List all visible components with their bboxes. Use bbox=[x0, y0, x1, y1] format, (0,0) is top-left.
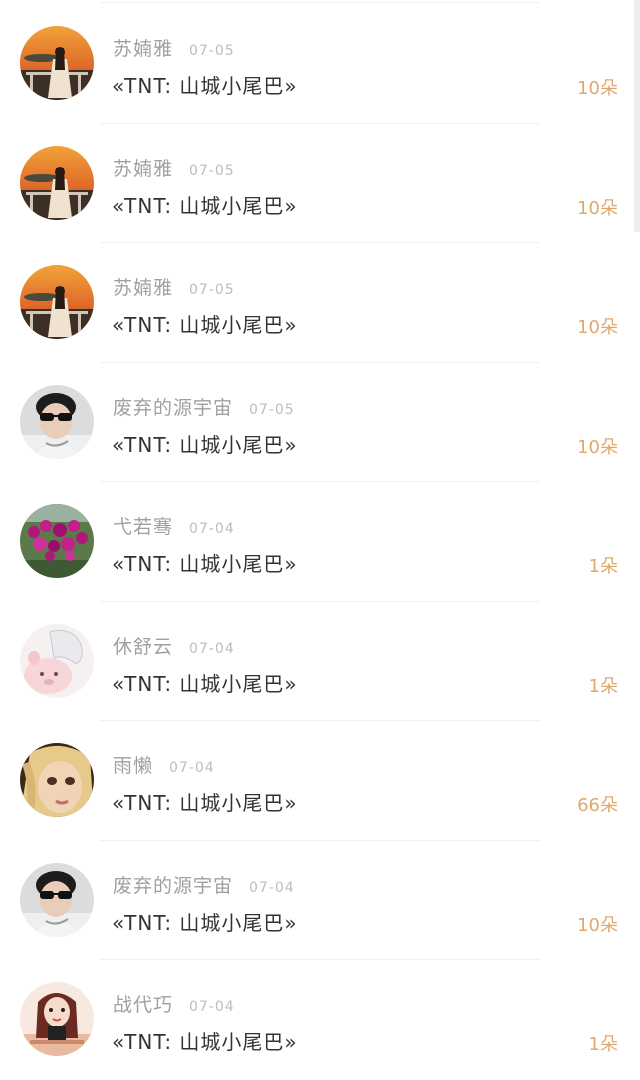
date-label: 07-05 bbox=[189, 282, 235, 298]
list-item[interactable]: 苏婻雅 07-05 «TNT: 山城小尾巴» 10朵 bbox=[0, 243, 640, 363]
list-item[interactable]: 苏婻雅 07-05 «TNT: 山城小尾巴» 10朵 bbox=[0, 124, 640, 243]
username[interactable]: 战代巧 bbox=[113, 994, 173, 1016]
date-label: 07-04 bbox=[249, 879, 295, 896]
username[interactable]: 苏婻雅 bbox=[113, 277, 173, 299]
flowers-avatar[interactable] bbox=[20, 504, 94, 578]
username[interactable]: 废弃的源宇宙 bbox=[113, 397, 233, 419]
sunglasses-boy-avatar[interactable] bbox=[20, 384, 94, 459]
date-label: 07-04 bbox=[169, 760, 215, 776]
gift-name: «TNT: 山城小尾巴» bbox=[112, 193, 298, 218]
date-label: 07-05 bbox=[189, 43, 235, 59]
gift-name: «TNT: 山城小尾巴» bbox=[112, 1030, 298, 1054]
blonde-doll-avatar[interactable] bbox=[20, 743, 94, 817]
date-label: 07-05 bbox=[189, 162, 235, 179]
gift-name: «TNT: 山城小尾巴» bbox=[112, 910, 298, 935]
list-item[interactable]: 雨懒 07-04 «TNT: 山城小尾巴» 66朵 bbox=[0, 721, 640, 841]
list-item[interactable]: 休舒云 07-04 «TNT: 山城小尾巴» 1朵 bbox=[0, 602, 640, 721]
sunset-girl-avatar[interactable] bbox=[20, 145, 94, 220]
date-label: 07-04 bbox=[189, 999, 235, 1015]
username[interactable]: 苏婻雅 bbox=[113, 38, 173, 60]
gift-amount: 1朵 bbox=[588, 1034, 618, 1055]
sunglasses-boy-avatar[interactable] bbox=[20, 862, 94, 937]
top-divider bbox=[100, 2, 540, 3]
gift-amount: 1朵 bbox=[588, 556, 618, 577]
gift-amount: 10朵 bbox=[577, 914, 618, 936]
list-item[interactable]: 弋若骞 07-04 «TNT: 山城小尾巴» 1朵 bbox=[0, 482, 640, 602]
gift-amount: 10朵 bbox=[577, 436, 618, 458]
username[interactable]: 弋若骞 bbox=[113, 516, 173, 538]
gift-name: «TNT: 山城小尾巴» bbox=[112, 671, 298, 696]
username[interactable]: 废弃的源宇宙 bbox=[113, 875, 233, 897]
date-label: 07-05 bbox=[249, 401, 295, 418]
date-label: 07-04 bbox=[189, 521, 235, 537]
list-item[interactable]: 战代巧 07-04 «TNT: 山城小尾巴» 1朵 bbox=[0, 960, 640, 1080]
sunset-girl-avatar[interactable] bbox=[20, 26, 94, 100]
gift-amount: 10朵 bbox=[577, 197, 618, 219]
gift-amount: 10朵 bbox=[577, 78, 618, 99]
username[interactable]: 雨懒 bbox=[113, 755, 153, 777]
gift-name: «TNT: 山城小尾巴» bbox=[112, 552, 298, 576]
gift-amount: 10朵 bbox=[577, 317, 618, 338]
gift-name: «TNT: 山城小尾巴» bbox=[112, 74, 298, 98]
date-label: 07-04 bbox=[189, 640, 235, 657]
gift-name: «TNT: 山城小尾巴» bbox=[112, 432, 298, 457]
sunset-girl-avatar[interactable] bbox=[20, 265, 94, 339]
anime-pig-avatar[interactable] bbox=[20, 623, 94, 698]
list-item[interactable]: 苏婻雅 07-05 «TNT: 山城小尾巴» 10朵 bbox=[0, 4, 640, 124]
list-item[interactable]: 废弃的源宇宙 07-04 «TNT: 山城小尾巴» 10朵 bbox=[0, 841, 640, 960]
list-item[interactable]: 废弃的源宇宙 07-05 «TNT: 山城小尾巴» 10朵 bbox=[0, 363, 640, 482]
username[interactable]: 苏婻雅 bbox=[113, 158, 173, 180]
gift-name: «TNT: 山城小尾巴» bbox=[112, 791, 298, 815]
username[interactable]: 休舒云 bbox=[113, 636, 173, 658]
cartoon-girl-avatar[interactable] bbox=[20, 982, 94, 1056]
gift-amount: 66朵 bbox=[577, 795, 618, 816]
gift-amount: 1朵 bbox=[588, 675, 618, 697]
gift-record-list: 苏婻雅07-05 «TNT: 山城小尾巴» 10朵 苏婻雅07-05 «TN bbox=[0, 4, 640, 1080]
gift-name: «TNT: 山城小尾巴» bbox=[112, 313, 298, 337]
